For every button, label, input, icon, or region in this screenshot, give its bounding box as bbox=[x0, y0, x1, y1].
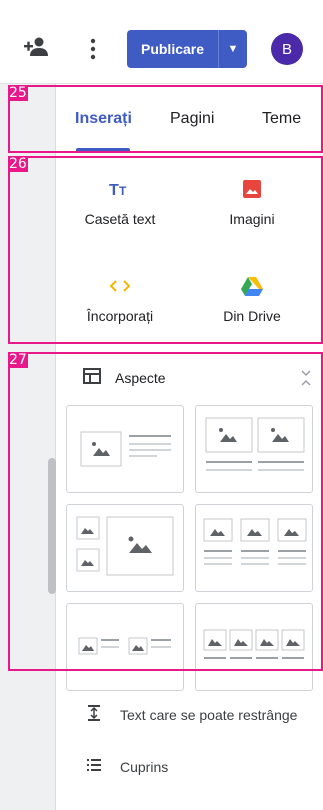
avatar[interactable]: B bbox=[271, 33, 303, 65]
insert-embed-button[interactable]: Încorporați bbox=[60, 274, 180, 324]
layout-image-grid[interactable] bbox=[66, 504, 184, 592]
insert-panel: T T Casetă text Imagini Încorporați Din … bbox=[56, 157, 323, 345]
side-panel-tabs: Inserați Pagini Teme bbox=[56, 84, 323, 152]
person-add-icon[interactable] bbox=[24, 36, 48, 58]
layout-image-text[interactable] bbox=[66, 405, 184, 493]
annotation-tag-26: 26 bbox=[8, 156, 28, 172]
text-box-icon: T T bbox=[60, 177, 180, 201]
drive-icon bbox=[192, 274, 312, 298]
layouts-title: Aspecte bbox=[115, 369, 166, 386]
embed-code-icon bbox=[60, 274, 180, 298]
tab-pages[interactable]: Pagini bbox=[170, 110, 214, 128]
collapsible-text-label: Text care se poate restrânge bbox=[120, 706, 298, 723]
more-vert-icon[interactable] bbox=[89, 38, 97, 60]
active-tab-indicator bbox=[76, 148, 130, 151]
insert-text-box-label: Casetă text bbox=[84, 211, 156, 227]
layouts-icon bbox=[83, 368, 101, 387]
insert-images-label: Imagini bbox=[229, 211, 275, 227]
publish-button[interactable]: Publicare ▼ bbox=[127, 30, 247, 68]
insert-images-button[interactable]: Imagini bbox=[192, 177, 312, 227]
annotation-tag-25: 25 bbox=[8, 85, 28, 101]
publish-label[interactable]: Publicare bbox=[127, 30, 219, 68]
insert-from-drive-label: Din Drive bbox=[223, 308, 281, 324]
tab-themes[interactable]: Teme bbox=[262, 110, 301, 128]
caret-down-icon[interactable]: ▼ bbox=[219, 30, 247, 68]
layouts-header[interactable]: Aspecte bbox=[83, 368, 166, 387]
table-of-contents-label: Cuprins bbox=[120, 758, 169, 775]
svg-text:T: T bbox=[109, 182, 119, 198]
table-of-contents-item[interactable]: Cuprins bbox=[86, 758, 168, 775]
image-icon bbox=[192, 177, 312, 201]
insert-text-box-button[interactable]: T T Casetă text bbox=[60, 177, 180, 227]
insert-from-drive-button[interactable]: Din Drive bbox=[192, 274, 312, 324]
layout-four-images[interactable] bbox=[195, 603, 313, 691]
tab-insert[interactable]: Inserați bbox=[75, 110, 132, 128]
collapsible-text-item[interactable]: Text care se poate restrânge bbox=[86, 704, 297, 725]
collapsible-text-icon bbox=[86, 704, 102, 725]
svg-text:T: T bbox=[119, 184, 127, 198]
layout-two-image-text-pairs[interactable] bbox=[66, 603, 184, 691]
insert-embed-label: Încorporați bbox=[86, 308, 154, 324]
collapse-icon[interactable] bbox=[300, 368, 312, 388]
layout-two-images-text[interactable] bbox=[195, 405, 313, 493]
layout-three-columns[interactable] bbox=[195, 504, 313, 592]
table-of-contents-icon bbox=[86, 758, 102, 775]
annotation-tag-27: 27 bbox=[8, 352, 28, 368]
top-toolbar: Publicare ▼ B bbox=[0, 0, 323, 84]
rail-scrollbar[interactable] bbox=[48, 458, 56, 594]
left-rail bbox=[0, 83, 56, 810]
layouts-panel: Aspecte bbox=[56, 354, 323, 691]
